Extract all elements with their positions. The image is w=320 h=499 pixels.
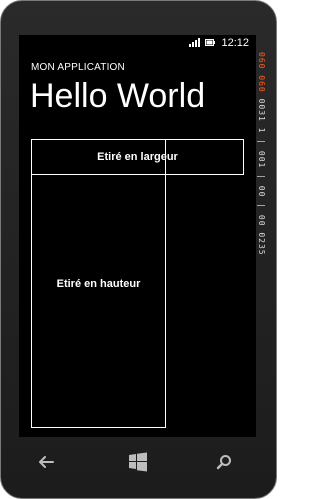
hardware-nav-bar — [0, 436, 275, 486]
status-bar: 12:12 — [18, 34, 255, 54]
signal-icon — [188, 37, 200, 47]
stretch-height-box: Etiré en hauteur — [31, 139, 166, 428]
page-title: Hello World — [30, 77, 206, 115]
status-icons — [188, 37, 215, 48]
status-time: 12:12 — [221, 37, 249, 49]
app-title: MON APPLICATION — [31, 62, 125, 73]
windows-start-icon — [129, 452, 147, 472]
back-button[interactable] — [34, 450, 58, 474]
start-button[interactable] — [126, 450, 150, 474]
counter-highlight-a: 060 — [257, 52, 266, 70]
stretch-width-label: Etiré en largeur — [97, 151, 178, 163]
back-arrow-icon — [39, 456, 54, 468]
search-button[interactable] — [212, 450, 236, 474]
frame-rate-counter: 060 060 0031 1 | 001 | 00 | 00 0235 — [250, 52, 266, 256]
battery-icon — [205, 38, 215, 46]
stretch-width-box: Etiré en largeur — [31, 139, 244, 175]
counter-highlight-b: 060 — [257, 75, 266, 93]
stretch-height-label: Etiré en hauteur — [56, 277, 141, 290]
search-icon — [216, 455, 231, 470]
counter-rest: 0031 1 | 001 | 00 | 00 0235 — [257, 98, 266, 256]
